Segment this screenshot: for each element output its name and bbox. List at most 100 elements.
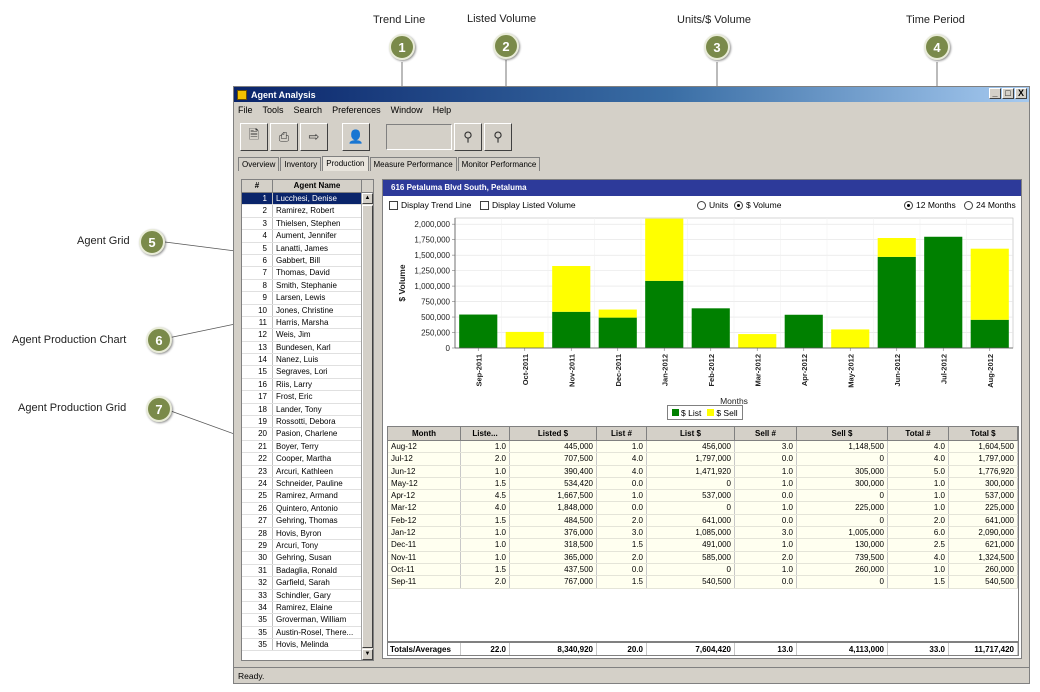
menu-tools[interactable]: Tools — [263, 105, 284, 115]
menu-help[interactable]: Help — [433, 105, 452, 115]
production-grid-col-header[interactable]: Month — [388, 427, 461, 440]
close-button[interactable]: X — [1015, 88, 1027, 99]
production-grid-row[interactable]: Apr-12 4.5 1,667,500 1.0 537,000 0.0 0 1.0 537,0… — [388, 490, 1018, 503]
agent-grid-col-number[interactable]: # — [242, 180, 273, 192]
agent-row[interactable]: 20 Pasion, Charlene — [242, 428, 362, 441]
menu-file[interactable]: File — [238, 105, 253, 115]
agent-row[interactable]: 30 Gehring, Susan — [242, 552, 362, 565]
agent-row[interactable]: 8 Smith, Stephanie — [242, 279, 362, 293]
agent-row[interactable]: 18 Lander, Tony — [242, 403, 362, 417]
agent-row[interactable]: 35 Austin-Rosel, There... — [242, 626, 362, 640]
user-search-button[interactable]: 👤 — [342, 123, 370, 151]
agent-row[interactable]: 3 Thielsen, Stephen — [242, 217, 362, 231]
print-button[interactable]: ⎙ — [270, 123, 298, 151]
agent-grid-header: # Agent Name — [242, 180, 373, 193]
tab-measure-performance[interactable]: Measure Performance — [369, 157, 457, 171]
listed-volume-checkbox[interactable] — [480, 200, 489, 210]
agent-row[interactable]: 27 Gehring, Thomas — [242, 515, 362, 528]
production-grid-col-header[interactable]: List $ — [647, 427, 735, 440]
production-grid-col-header[interactable]: Sell $ — [797, 427, 888, 440]
production-grid-col-header[interactable]: Total $ — [949, 427, 1018, 440]
agent-row[interactable]: 6 Gabbert, Bill — [242, 254, 362, 268]
status-bar: Ready. — [234, 667, 1029, 683]
scroll-up-icon[interactable]: ▲ — [362, 193, 373, 204]
tab-inventory[interactable]: Inventory — [280, 157, 322, 171]
production-grid-row[interactable]: Nov-11 1.0 365,000 2.0 585,000 2.0 739,500 4.0 1… — [388, 551, 1018, 564]
trend-line-checkbox[interactable] — [389, 200, 398, 210]
agent-row[interactable]: 15 Segraves, Lori — [242, 366, 362, 379]
agent-row[interactable]: 16 Riis, Larry — [242, 378, 362, 392]
agent-row[interactable]: 31 Badaglia, Ronald — [242, 564, 362, 578]
agent-row[interactable]: 19 Rossotti, Debora — [242, 416, 362, 429]
export-button[interactable]: ⇨ — [300, 123, 328, 151]
agent-row[interactable]: 9 Larsen, Lewis — [242, 292, 362, 305]
agent-row[interactable]: 10 Jones, Christine — [242, 304, 362, 317]
agent-row[interactable]: 23 Arcuri, Kathleen — [242, 465, 362, 478]
agent-row[interactable]: 35 Groverman, William — [242, 614, 362, 627]
search-field[interactable] — [386, 124, 452, 150]
agent-row[interactable]: 32 Garfield, Sarah — [242, 577, 362, 590]
months-24-option[interactable]: 24 Months — [964, 200, 1016, 210]
agent-row[interactable]: 22 Cooper, Martha — [242, 453, 362, 466]
find-next-button[interactable]: ⚲ — [484, 123, 512, 151]
agent-row[interactable]: 35 Hovis, Melinda — [242, 639, 362, 652]
find-button[interactable]: ⚲ — [454, 123, 482, 151]
months-12-radio[interactable] — [904, 200, 913, 210]
units-option[interactable]: Units — [697, 200, 728, 210]
agent-row[interactable]: 4 Aument, Jennifer — [242, 230, 362, 243]
agent-row[interactable]: 26 Quintero, Antonio — [242, 502, 362, 516]
display-listed-volume-option[interactable]: Display Listed Volume — [480, 200, 576, 210]
menu-search[interactable]: Search — [294, 105, 323, 115]
scroll-down-icon[interactable]: ▼ — [362, 649, 373, 660]
menu-preferences[interactable]: Preferences — [332, 105, 381, 115]
production-grid-row[interactable]: Feb-12 1.5 484,500 2.0 641,000 0.0 0 2.0 641,000 — [388, 514, 1018, 528]
agent-row[interactable]: 14 Nanez, Luis — [242, 354, 362, 367]
agent-grid-scrollbar[interactable]: ▲ ▼ — [361, 193, 373, 660]
production-grid-col-header[interactable]: List # — [597, 427, 647, 440]
volume-radio[interactable] — [734, 200, 743, 210]
agent-row[interactable]: 21 Boyer, Terry — [242, 440, 362, 454]
tab-production[interactable]: Production — [322, 156, 369, 171]
agent-row[interactable]: 13 Bundesen, Karl — [242, 341, 362, 355]
agent-row[interactable]: 33 Schindler, Gary — [242, 589, 362, 602]
production-grid-row[interactable]: Jul-12 2.0 707,500 4.0 1,797,000 0.0 0 4.0 1,797… — [388, 453, 1018, 466]
agent-row[interactable]: 17 Frost, Eric — [242, 391, 362, 404]
tab-monitor-performance[interactable]: Monitor Performance — [457, 157, 541, 171]
document-button[interactable]: 🗎 — [240, 123, 268, 151]
production-grid-row[interactable]: May-12 1.5 534,420 0.0 0 1.0 300,000 1.0 300,000 — [388, 477, 1018, 491]
scroll-thumb[interactable] — [362, 205, 373, 648]
agent-row[interactable]: 7 Thomas, David — [242, 267, 362, 280]
units-radio[interactable] — [697, 200, 706, 210]
production-grid-row[interactable]: Jun-12 1.0 390,400 4.0 1,471,920 1.0 305,000 5.… — [388, 465, 1018, 478]
agent-row[interactable]: 12 Weis, Jim — [242, 329, 362, 342]
production-grid-row[interactable]: Sep-11 2.0 767,000 1.5 540,500 0.0 0 1.5 540,500 — [388, 576, 1018, 589]
agent-row[interactable]: 1 Lucchesi, Denise — [242, 193, 362, 206]
production-grid-col-header[interactable]: Listed $ — [510, 427, 597, 440]
minimize-button[interactable]: _ — [989, 88, 1001, 99]
display-trend-line-option[interactable]: Display Trend Line — [389, 200, 471, 210]
menu-window[interactable]: Window — [391, 105, 423, 115]
production-grid-col-header[interactable]: Sell # — [735, 427, 797, 440]
production-grid-row[interactable]: Aug-12 1.0 445,000 1.0 456,000 3.0 1,148,500 4.… — [388, 441, 1018, 454]
tab-overview[interactable]: Overview — [238, 157, 280, 171]
agent-row[interactable]: 34 Ramirez, Elaine — [242, 601, 362, 615]
window-titlebar[interactable]: Agent Analysis _ □ X — [234, 87, 1029, 102]
agent-row[interactable]: 24 Schneider, Pauline — [242, 477, 362, 491]
production-grid-col-header[interactable]: Liste... — [461, 427, 510, 440]
production-grid-row[interactable]: Jan-12 1.0 376,000 3.0 1,085,000 3.0 1,005,000… — [388, 527, 1018, 540]
agent-row[interactable]: 5 Lanatti, James — [242, 242, 362, 255]
production-grid-col-header[interactable]: Total # — [888, 427, 949, 440]
agent-row[interactable]: 11 Harris, Marsha — [242, 316, 362, 330]
months-24-radio[interactable] — [964, 200, 973, 210]
volume-option[interactable]: $ Volume — [734, 200, 781, 210]
production-grid-row[interactable]: Oct-11 1.5 437,500 0.0 0 1.0 260,000 1.0 260,000 — [388, 563, 1018, 577]
agent-row[interactable]: 28 Hovis, Byron — [242, 527, 362, 540]
agent-row[interactable]: 25 Ramirez, Armand — [242, 490, 362, 503]
agent-grid-col-name[interactable]: Agent Name — [273, 180, 362, 192]
agent-row[interactable]: 29 Arcuri, Tony — [242, 539, 362, 553]
maximize-button[interactable]: □ — [1002, 88, 1014, 99]
production-grid-row[interactable]: Mar-12 4.0 1,848,000 0.0 0 1.0 225,000 1.0 225,0… — [388, 502, 1018, 515]
production-grid-row[interactable]: Dec-11 1.0 318,500 1.5 491,000 1.0 130,000 2.5 6… — [388, 539, 1018, 552]
agent-row[interactable]: 2 Ramirez, Robert — [242, 205, 362, 218]
months-12-option[interactable]: 12 Months — [904, 200, 956, 210]
